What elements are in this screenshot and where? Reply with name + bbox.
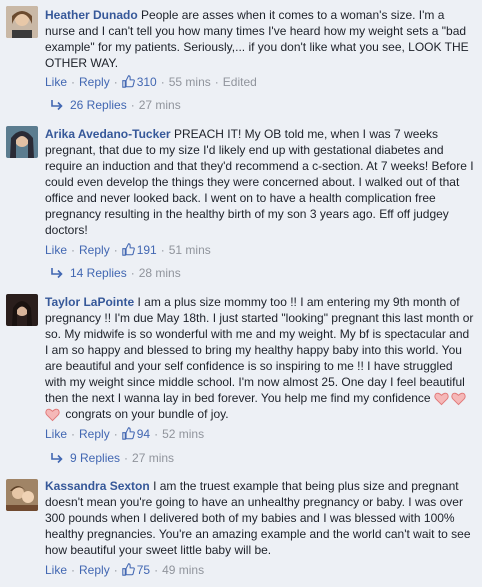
replies-link[interactable]: 14 Replies (70, 266, 127, 280)
thumbs-up-icon (121, 75, 135, 88)
like-button[interactable]: Like (45, 427, 67, 441)
reply-button[interactable]: Reply (79, 427, 110, 441)
separator: · (113, 563, 118, 577)
separator: · (71, 427, 76, 441)
like-button[interactable]: Like (45, 243, 67, 257)
replies-link[interactable]: 26 Replies (70, 98, 127, 112)
like-button[interactable]: Like (45, 563, 67, 577)
separator: · (154, 427, 159, 441)
thumbs-up-icon (121, 563, 135, 576)
separator: · (113, 75, 118, 89)
heart-icon (451, 392, 466, 406)
like-count-value: 310 (136, 75, 157, 89)
reply-arrow-icon (51, 453, 63, 464)
comment-text: PREACH IT! My OB told me, when I was 7 w… (45, 127, 474, 237)
comment-text: I am a plus size mommy too !! I am enter… (45, 295, 474, 405)
timestamp[interactable]: 55 mins (169, 75, 211, 89)
separator: · (124, 451, 129, 465)
avatar-image (6, 6, 38, 38)
separator: · (113, 243, 118, 257)
timestamp[interactable]: 49 mins (162, 563, 204, 577)
replies-timestamp: 27 mins (138, 98, 181, 112)
reply-button[interactable]: Reply (79, 563, 110, 577)
avatar[interactable] (6, 294, 38, 326)
replies-timestamp: 27 mins (132, 451, 175, 465)
comment-author[interactable]: Heather Dunado (45, 8, 138, 22)
reply-button[interactable]: Reply (79, 243, 110, 257)
comment-text-continued: congrats on your bundle of joy. (65, 407, 229, 421)
separator: · (130, 98, 135, 112)
like-button[interactable]: Like (45, 75, 67, 89)
like-count[interactable]: 94 (121, 427, 151, 441)
reply-arrow-icon (51, 268, 63, 279)
separator: · (71, 75, 76, 89)
avatar[interactable] (6, 6, 38, 38)
comment-body: Heather Dunado People are asses when it … (45, 7, 475, 71)
avatar-image (6, 294, 38, 326)
replies-link[interactable]: 9 Replies (70, 451, 120, 465)
comment-actions: Like · Reply · 94 · 52 mins (45, 426, 204, 442)
thumbs-up-icon (121, 427, 135, 440)
avatar-image (6, 479, 38, 511)
separator: · (71, 563, 76, 577)
comment-actions: Like · Reply · 191 · 51 mins (45, 242, 211, 258)
timestamp[interactable]: 51 mins (169, 243, 211, 257)
view-replies[interactable]: 9 Replies · 27 mins (50, 450, 174, 466)
avatar[interactable] (6, 479, 38, 511)
avatar-image (6, 126, 38, 158)
comment-body: Taylor LaPointe I am a plus size mommy t… (45, 294, 475, 422)
thumbs-up-icon (121, 243, 135, 256)
heart-icon (45, 408, 60, 422)
edited-label[interactable]: Edited (223, 75, 257, 89)
separator: · (154, 563, 159, 577)
comment-body: Arika Avedano-Tucker PREACH IT! My OB to… (45, 126, 475, 238)
comment-author[interactable]: Arika Avedano-Tucker (45, 127, 171, 141)
heart-icon (434, 392, 449, 406)
replies-timestamp: 28 mins (138, 266, 181, 280)
like-count[interactable]: 75 (121, 563, 151, 577)
reply-button[interactable]: Reply (79, 75, 110, 89)
comment-author[interactable]: Taylor LaPointe (45, 295, 134, 309)
reply-arrow-icon (51, 100, 63, 111)
like-count[interactable]: 191 (121, 243, 157, 257)
view-replies[interactable]: 26 Replies · 27 mins (50, 97, 181, 113)
separator: · (130, 266, 135, 280)
separator: · (160, 243, 165, 257)
comment-author[interactable]: Kassandra Sexton (45, 479, 150, 493)
avatar[interactable] (6, 126, 38, 158)
comment-actions: Like · Reply · 310 · 55 mins · Edited (45, 74, 257, 90)
timestamp[interactable]: 52 mins (162, 427, 204, 441)
separator: · (71, 243, 76, 257)
comment-body: Kassandra Sexton I am the truest example… (45, 478, 475, 558)
separator: · (214, 75, 219, 89)
separator: · (113, 427, 118, 441)
like-count-value: 94 (136, 427, 151, 441)
separator: · (160, 75, 165, 89)
like-count[interactable]: 310 (121, 75, 157, 89)
like-count-value: 191 (136, 243, 157, 257)
like-count-value: 75 (136, 563, 151, 577)
view-replies[interactable]: 14 Replies · 28 mins (50, 265, 181, 281)
comment-actions: Like · Reply · 75 · 49 mins (45, 562, 204, 578)
